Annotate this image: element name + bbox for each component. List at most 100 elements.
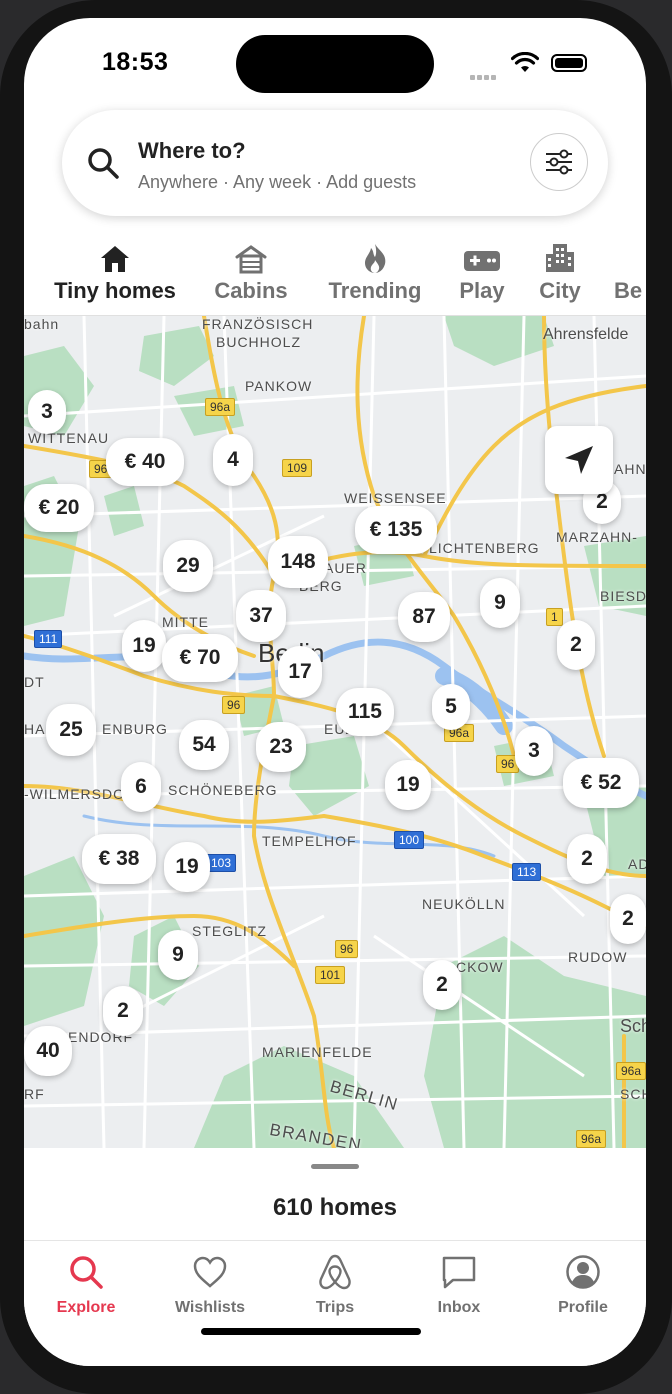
- road-shield: 109: [282, 459, 313, 477]
- map[interactable]: bahn FRANZÖSISCH BUCHHOLZ Ahrensfelde PA…: [24, 316, 646, 1148]
- map-pin[interactable]: 23: [256, 722, 306, 772]
- map-pin[interactable]: 4: [213, 434, 253, 486]
- map-label: CKOW: [456, 959, 504, 975]
- message-icon: [442, 1256, 476, 1289]
- map-label: PANKOW: [245, 378, 313, 394]
- road-shield: 103: [206, 854, 237, 872]
- map-label: HA: [24, 721, 46, 737]
- road-shield: 96: [335, 940, 359, 958]
- map-label: Sch: [620, 1016, 646, 1036]
- map-label: -WILMERSDO: [24, 786, 125, 802]
- map-label: ENBURG: [102, 721, 168, 737]
- map-pin[interactable]: 37: [236, 590, 286, 642]
- map-pin[interactable]: 2: [567, 834, 607, 884]
- map-pin[interactable]: 3: [515, 726, 553, 776]
- map-label: SCH: [620, 1086, 646, 1102]
- category-label: City: [539, 278, 581, 303]
- tab-trips[interactable]: Trips: [280, 1251, 390, 1317]
- map-label: MARIENFELDE: [262, 1044, 373, 1060]
- search-icon: [88, 148, 119, 179]
- map-pin[interactable]: 9: [158, 930, 198, 980]
- filters-icon: [546, 149, 572, 175]
- screen: 18:53 Where to? Anywhere · Any week · Ad…: [24, 18, 646, 1366]
- location-arrow-icon: [565, 446, 593, 474]
- homes-count: 610 homes: [272, 1194, 398, 1221]
- map-pin[interactable]: 148: [268, 536, 328, 588]
- map-pin[interactable]: 9: [480, 578, 520, 628]
- search-bar[interactable]: Where to? Anywhere · Any week · Add gues…: [62, 110, 608, 216]
- category-cabins[interactable]: Cabins: [210, 240, 292, 304]
- map-price-pin[interactable]: € 38: [82, 834, 156, 884]
- category-play[interactable]: Play: [452, 240, 512, 304]
- current-location-button[interactable]: [545, 426, 613, 494]
- tab-label: Inbox: [437, 1299, 481, 1316]
- home-indicator[interactable]: [201, 1328, 421, 1335]
- road-shield: 100: [394, 831, 425, 849]
- map-label: RF: [24, 1086, 45, 1102]
- map-label: SCHÖNEBERG: [168, 782, 278, 798]
- category-beach[interactable]: Be: [614, 240, 646, 304]
- map-pin[interactable]: 19: [164, 842, 210, 892]
- map-pin[interactable]: 25: [46, 704, 96, 756]
- flame-icon: [365, 244, 386, 273]
- map-pin[interactable]: 2: [557, 620, 595, 670]
- wifi-icon: [511, 52, 539, 72]
- map-pin[interactable]: 115: [336, 688, 394, 736]
- map-price-pin[interactable]: € 135: [355, 506, 437, 554]
- category-label: Play: [459, 278, 505, 303]
- map-pin[interactable]: 2: [610, 894, 646, 944]
- map-pin[interactable]: 19: [122, 620, 166, 672]
- map-label: BUCHHOLZ: [216, 334, 302, 350]
- map-label: MITTE: [162, 614, 209, 630]
- category-city[interactable]: City: [534, 240, 586, 304]
- map-pin[interactable]: 54: [179, 720, 229, 770]
- gamepad-icon: [464, 251, 500, 271]
- search-title: Where to?: [138, 138, 246, 163]
- map-label: LICHTENBERG: [429, 540, 540, 556]
- map-pin[interactable]: 40: [24, 1026, 72, 1076]
- battery-icon: [551, 54, 587, 72]
- map-price-pin[interactable]: € 70: [162, 634, 238, 682]
- results-sheet[interactable]: 610 homes: [24, 1148, 646, 1240]
- sheet-handle[interactable]: [311, 1164, 359, 1169]
- tab-wishlists[interactable]: Wishlists: [155, 1251, 265, 1317]
- map-label: AD: [628, 856, 646, 872]
- map-pin[interactable]: 3: [28, 390, 66, 434]
- map-pin[interactable]: 87: [398, 592, 450, 642]
- map-label: STEGLITZ: [192, 923, 267, 939]
- map-price-pin[interactable]: € 20: [24, 484, 94, 532]
- map-pin[interactable]: 19: [385, 760, 431, 810]
- map-label: DT: [24, 674, 45, 690]
- map-price-pin[interactable]: € 52: [563, 758, 639, 808]
- tab-profile[interactable]: Profile: [528, 1251, 638, 1317]
- map-pin[interactable]: 2: [103, 986, 143, 1036]
- tab-bar: Explore Wishlists Trips Inbox Profile: [24, 1240, 646, 1366]
- dynamic-island: [236, 35, 434, 93]
- filters-button[interactable]: [530, 133, 588, 191]
- road-shield: 101: [315, 966, 346, 984]
- category-label: Be: [614, 278, 643, 303]
- profile-icon: [566, 1255, 600, 1289]
- category-tiny-homes[interactable]: Tiny homes: [50, 240, 180, 318]
- map-pin[interactable]: 29: [163, 540, 213, 592]
- map-pin[interactable]: 6: [121, 762, 161, 812]
- search-subtitle: Anywhere · Any week · Add guests: [138, 172, 417, 192]
- map-label: MARZAHN-: [556, 529, 638, 545]
- map-label: FRANZÖSISCH: [202, 316, 314, 332]
- map-price-pin[interactable]: € 40: [106, 438, 184, 486]
- road-shield: 113: [512, 863, 542, 881]
- map-pin[interactable]: 17: [278, 646, 322, 698]
- road-shield: 96: [222, 696, 246, 714]
- tab-inbox[interactable]: Inbox: [404, 1251, 514, 1317]
- map-label: BIESD: [600, 588, 646, 604]
- house-icon: [101, 246, 129, 272]
- map-label: AUER: [324, 560, 367, 576]
- category-trending[interactable]: Trending: [320, 240, 430, 304]
- tab-explore[interactable]: Explore: [31, 1251, 141, 1317]
- map-label: TEMPELHOF: [262, 833, 357, 849]
- heart-icon: [193, 1256, 227, 1288]
- map-pin[interactable]: 2: [423, 960, 461, 1010]
- map-label: WEISSENSEE: [344, 490, 447, 506]
- map-pin[interactable]: 5: [432, 684, 470, 730]
- map-label: Ahrensfelde: [543, 326, 629, 343]
